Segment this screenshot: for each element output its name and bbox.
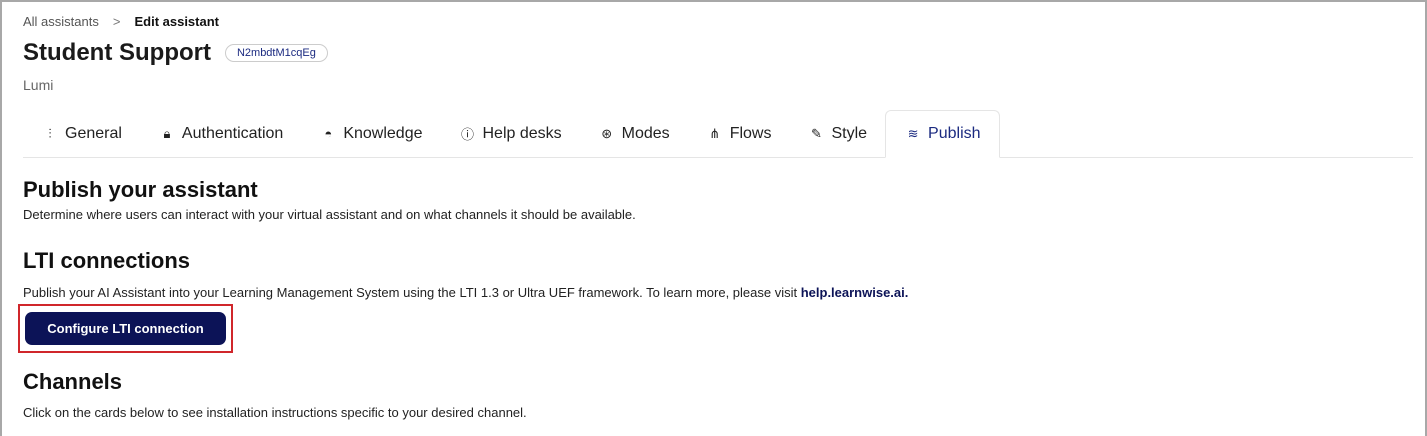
tab-label: Style bbox=[831, 124, 868, 142]
channels-heading: Channels bbox=[23, 369, 123, 394]
layers-icon: ≋ bbox=[907, 126, 919, 141]
tab-label: Authentication bbox=[181, 124, 284, 142]
tab-style[interactable]: ✎ Style bbox=[789, 110, 885, 157]
flow-icon: ⋔ bbox=[709, 125, 721, 141]
tab-general[interactable]: ⫶ General bbox=[23, 110, 140, 157]
brush-icon: ✎ bbox=[811, 125, 822, 141]
help-link[interactable]: help.learnwise.ai. bbox=[801, 285, 909, 300]
tab-flows[interactable]: ⋔ Flows bbox=[688, 110, 790, 157]
publish-heading: Publish your assistant bbox=[23, 177, 258, 202]
breadcrumb-all-assistants[interactable]: All assistants bbox=[23, 14, 99, 29]
configure-lti-button[interactable]: Configure LTI connection bbox=[25, 312, 226, 345]
tab-label: Help desks bbox=[482, 124, 562, 142]
lock-icon: 🔒︎ bbox=[163, 125, 171, 141]
tab-label: Modes bbox=[621, 124, 670, 142]
tab-bar: ⫶ General 🔒︎ Authentication ◓ Knowledge ⓘ He… bbox=[23, 110, 1413, 158]
tab-authentication[interactable]: 🔒︎ Authentication bbox=[140, 110, 301, 157]
lti-heading: LTI connections bbox=[23, 248, 191, 273]
tab-knowledge[interactable]: ◓ Knowledge bbox=[301, 110, 440, 157]
channels-description: Click on the cards below to see installa… bbox=[23, 405, 527, 420]
graduation-cap-icon: ◓ bbox=[324, 126, 333, 141]
tab-help-desks[interactable]: ⓘ Help desks bbox=[441, 110, 580, 157]
assistant-id-badge[interactable]: N2mbdtM1cqEg bbox=[224, 44, 328, 62]
tab-publish[interactable]: ≋ Publish bbox=[885, 110, 1000, 158]
publish-description: Determine where users can interact with … bbox=[23, 207, 636, 222]
tab-modes[interactable]: ⊛ Modes bbox=[580, 110, 688, 157]
lti-description-text: Publish your AI Assistant into your Lear… bbox=[23, 285, 801, 300]
tab-label: General bbox=[65, 124, 122, 142]
question-circle-icon: ⓘ bbox=[460, 127, 474, 142]
page-title: Student Support bbox=[23, 39, 211, 66]
breadcrumb-current: Edit assistant bbox=[134, 14, 219, 29]
lti-description: Publish your AI Assistant into your Lear… bbox=[23, 285, 908, 300]
breadcrumb: All assistants > Edit assistant bbox=[23, 14, 219, 29]
assistant-subtitle: Lumi bbox=[23, 77, 54, 93]
chevron-right-icon: > bbox=[112, 14, 121, 29]
circles-icon: ⊛ bbox=[601, 125, 613, 141]
sliders-icon: ⫶ bbox=[48, 125, 52, 141]
tab-label: Flows bbox=[729, 124, 772, 142]
tab-label: Publish bbox=[928, 125, 981, 142]
page-title-row: Student Support N2mbdtM1cqEg bbox=[23, 39, 328, 67]
tab-label: Knowledge bbox=[343, 124, 423, 142]
